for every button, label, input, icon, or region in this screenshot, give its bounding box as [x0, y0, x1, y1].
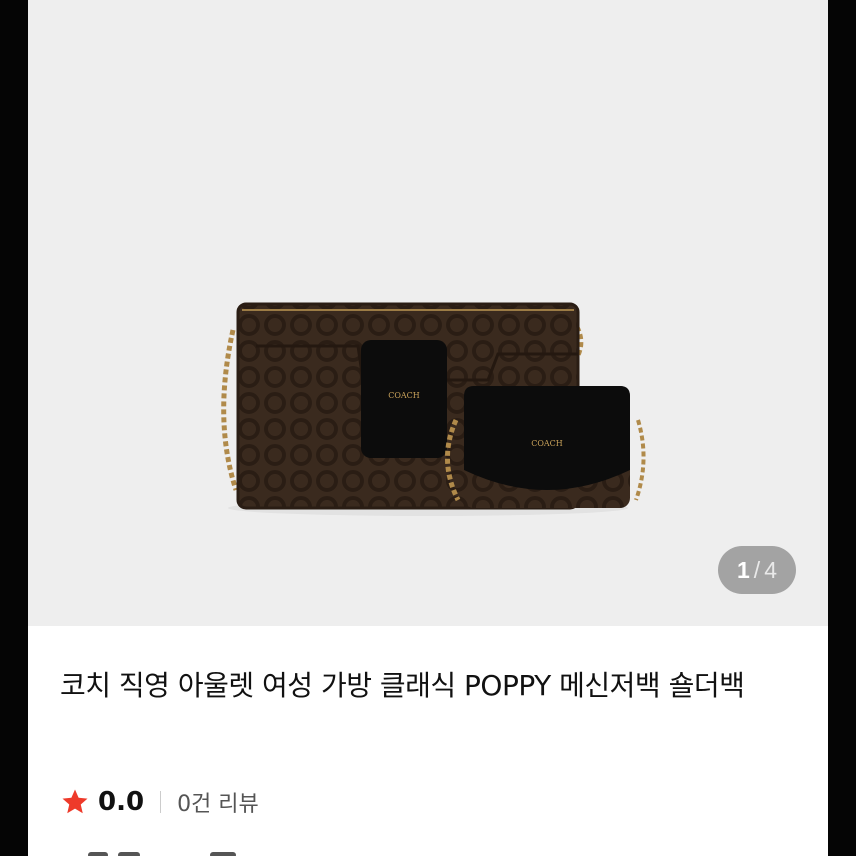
product-detail-page: COACH COACH 1 / 4 코치 직영 아울렛 여성 가방 클래식 PO… [28, 0, 828, 856]
star-icon [62, 789, 88, 814]
svg-text:COACH: COACH [388, 391, 420, 400]
rating-divider [160, 791, 162, 813]
right-frame-border [828, 0, 856, 856]
product-image-gallery[interactable]: COACH COACH 1 / 4 [28, 0, 828, 626]
page-separator: / [753, 556, 761, 583]
current-page: 1 [737, 556, 750, 583]
rating-value: 0.0 [98, 787, 145, 817]
cut-off-next-row [60, 846, 800, 856]
rating-summary[interactable]: 0.0 0건 리뷰 [60, 784, 259, 820]
left-frame-border [0, 0, 28, 856]
product-image: COACH COACH [221, 302, 646, 516]
svg-text:COACH: COACH [531, 439, 563, 448]
product-title: 코치 직영 아울렛 여성 가방 클래식 POPPY 메신저백 숄더백 [60, 669, 745, 702]
image-page-indicator: 1 / 4 [718, 546, 796, 594]
review-count[interactable]: 0건 리뷰 [177, 786, 259, 818]
total-pages: 4 [764, 556, 777, 583]
